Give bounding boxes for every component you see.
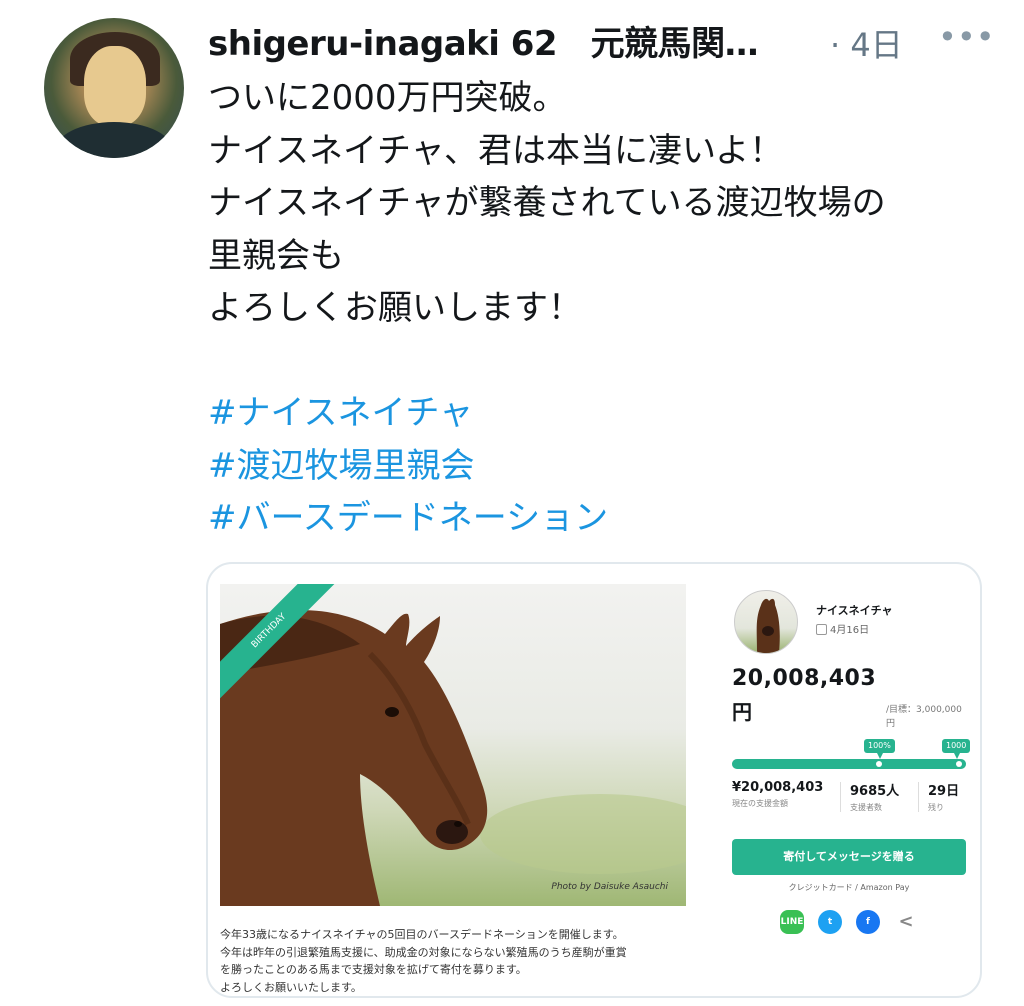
facebook-icon[interactable]: f	[856, 910, 880, 934]
milestone-flag: 100%	[864, 739, 895, 759]
birthday-ribbon: BIRTHDAY	[220, 584, 340, 704]
more-icon[interactable]: •••	[938, 18, 995, 56]
hashtag-link[interactable]: #渡辺牧場里親会	[208, 440, 1008, 493]
stat-divider	[918, 782, 919, 812]
twitter-icon[interactable]: t	[818, 910, 842, 934]
goal-amount: /目標：3,000,000	[886, 705, 962, 715]
tweet-text-line: ナイスネイチャが繋養されている渡辺牧場の	[208, 183, 886, 223]
horse-avatar-image	[756, 598, 780, 653]
link-preview-card[interactable]: BIRTHDAY Photo by Daisuke Asauchi 今年33歳に…	[206, 562, 982, 998]
stat-label: 支援者数	[850, 803, 882, 812]
milestone-flag: 1000	[942, 739, 971, 759]
hashtag-link[interactable]: #ナイスネイチャ	[208, 387, 1008, 440]
stat-label: 残り	[928, 803, 944, 812]
calendar-icon	[816, 624, 827, 635]
stat-value: ¥20,008,403	[732, 780, 824, 795]
donation-stats: ¥20,008,403 現在の支援金額 9685人 支援者数 29日 残り	[732, 780, 968, 820]
tweet-text-line: 里親会も	[208, 235, 344, 276]
stat-supporters: 9685人 支援者数	[850, 780, 899, 813]
description-line: 今年33歳になるナイスネイチャの5回目のバースデードネーションを開催します。	[220, 928, 624, 941]
horse-name: ナイスネイチャ	[816, 604, 893, 617]
horse-avatar	[734, 590, 798, 654]
line-icon[interactable]: LINE	[780, 910, 804, 934]
progress-fill	[732, 759, 966, 769]
share-bar: LINE t f <	[780, 910, 930, 938]
stat-label: 現在の支援金額	[732, 799, 788, 808]
author-avatar[interactable]	[44, 18, 184, 158]
photo-credit: Photo by Daisuke Asauchi	[551, 882, 668, 892]
tweet-header: shigeru-inagaki 62 元競馬関… · 4日 •••	[208, 14, 1024, 64]
milestone-dot	[956, 761, 962, 767]
description-line: を勝ったことのある馬まで支援対象を拡げて寄付を募ります。	[220, 963, 527, 976]
stat-value: 29日	[928, 784, 960, 799]
avatar-shirt	[54, 122, 174, 158]
author-name[interactable]: shigeru-inagaki 62 元競馬関…	[208, 16, 759, 65]
payment-methods: クレジットカード / Amazon Pay	[788, 883, 910, 892]
share-icon[interactable]: <	[894, 910, 918, 934]
tweet-text-line: ついに2000万円突破。	[208, 78, 567, 118]
tweet-text-line: よろしくお願いします！	[208, 288, 582, 328]
tweet-time[interactable]: · 4日	[830, 20, 903, 66]
card-description: 今年33歳になるナイスネイチャの5回目のバースデードネーションを開催します。 今…	[220, 926, 686, 996]
ribbon-label: BIRTHDAY	[220, 584, 339, 701]
raised-amount: 20,008,403	[732, 666, 877, 691]
goal-unit: 円	[886, 719, 896, 729]
milestone-dot	[876, 761, 882, 767]
tweet-text-line: ナイスネイチャ、君は本当に凄いよ！	[208, 130, 784, 171]
avatar-face	[84, 46, 146, 126]
donation-panel: ナイスネイチャ 4月16日 20,008,403 円 /目標：3,000,000…	[732, 584, 971, 934]
stat-remaining: 29日 残り	[928, 780, 959, 813]
stat-value: 9685人	[850, 784, 900, 799]
event-date: 4月16日	[830, 625, 870, 636]
progress-bar	[732, 759, 966, 769]
horse-photo: BIRTHDAY Photo by Daisuke Asauchi	[220, 584, 686, 906]
stat-amount: ¥20,008,403 現在の支援金額	[732, 780, 823, 809]
tweet-body: ついに2000万円突破。 ナイスネイチャ、君は本当に凄いよ！ ナイスネイチャが繋…	[208, 72, 1008, 545]
donate-button[interactable]: 寄付してメッセージを贈る	[732, 839, 966, 875]
stat-divider	[840, 782, 841, 812]
description-line: 今年は昨年の引退繁殖馬支援に、助成金の対象にならない繁殖馬のうち産駒が重賞	[220, 945, 627, 959]
currency-unit: 円	[732, 700, 752, 724]
description-line: よろしくお願いいたします。	[220, 980, 362, 994]
hashtag-link[interactable]: #バースデードネーション	[208, 492, 1008, 545]
